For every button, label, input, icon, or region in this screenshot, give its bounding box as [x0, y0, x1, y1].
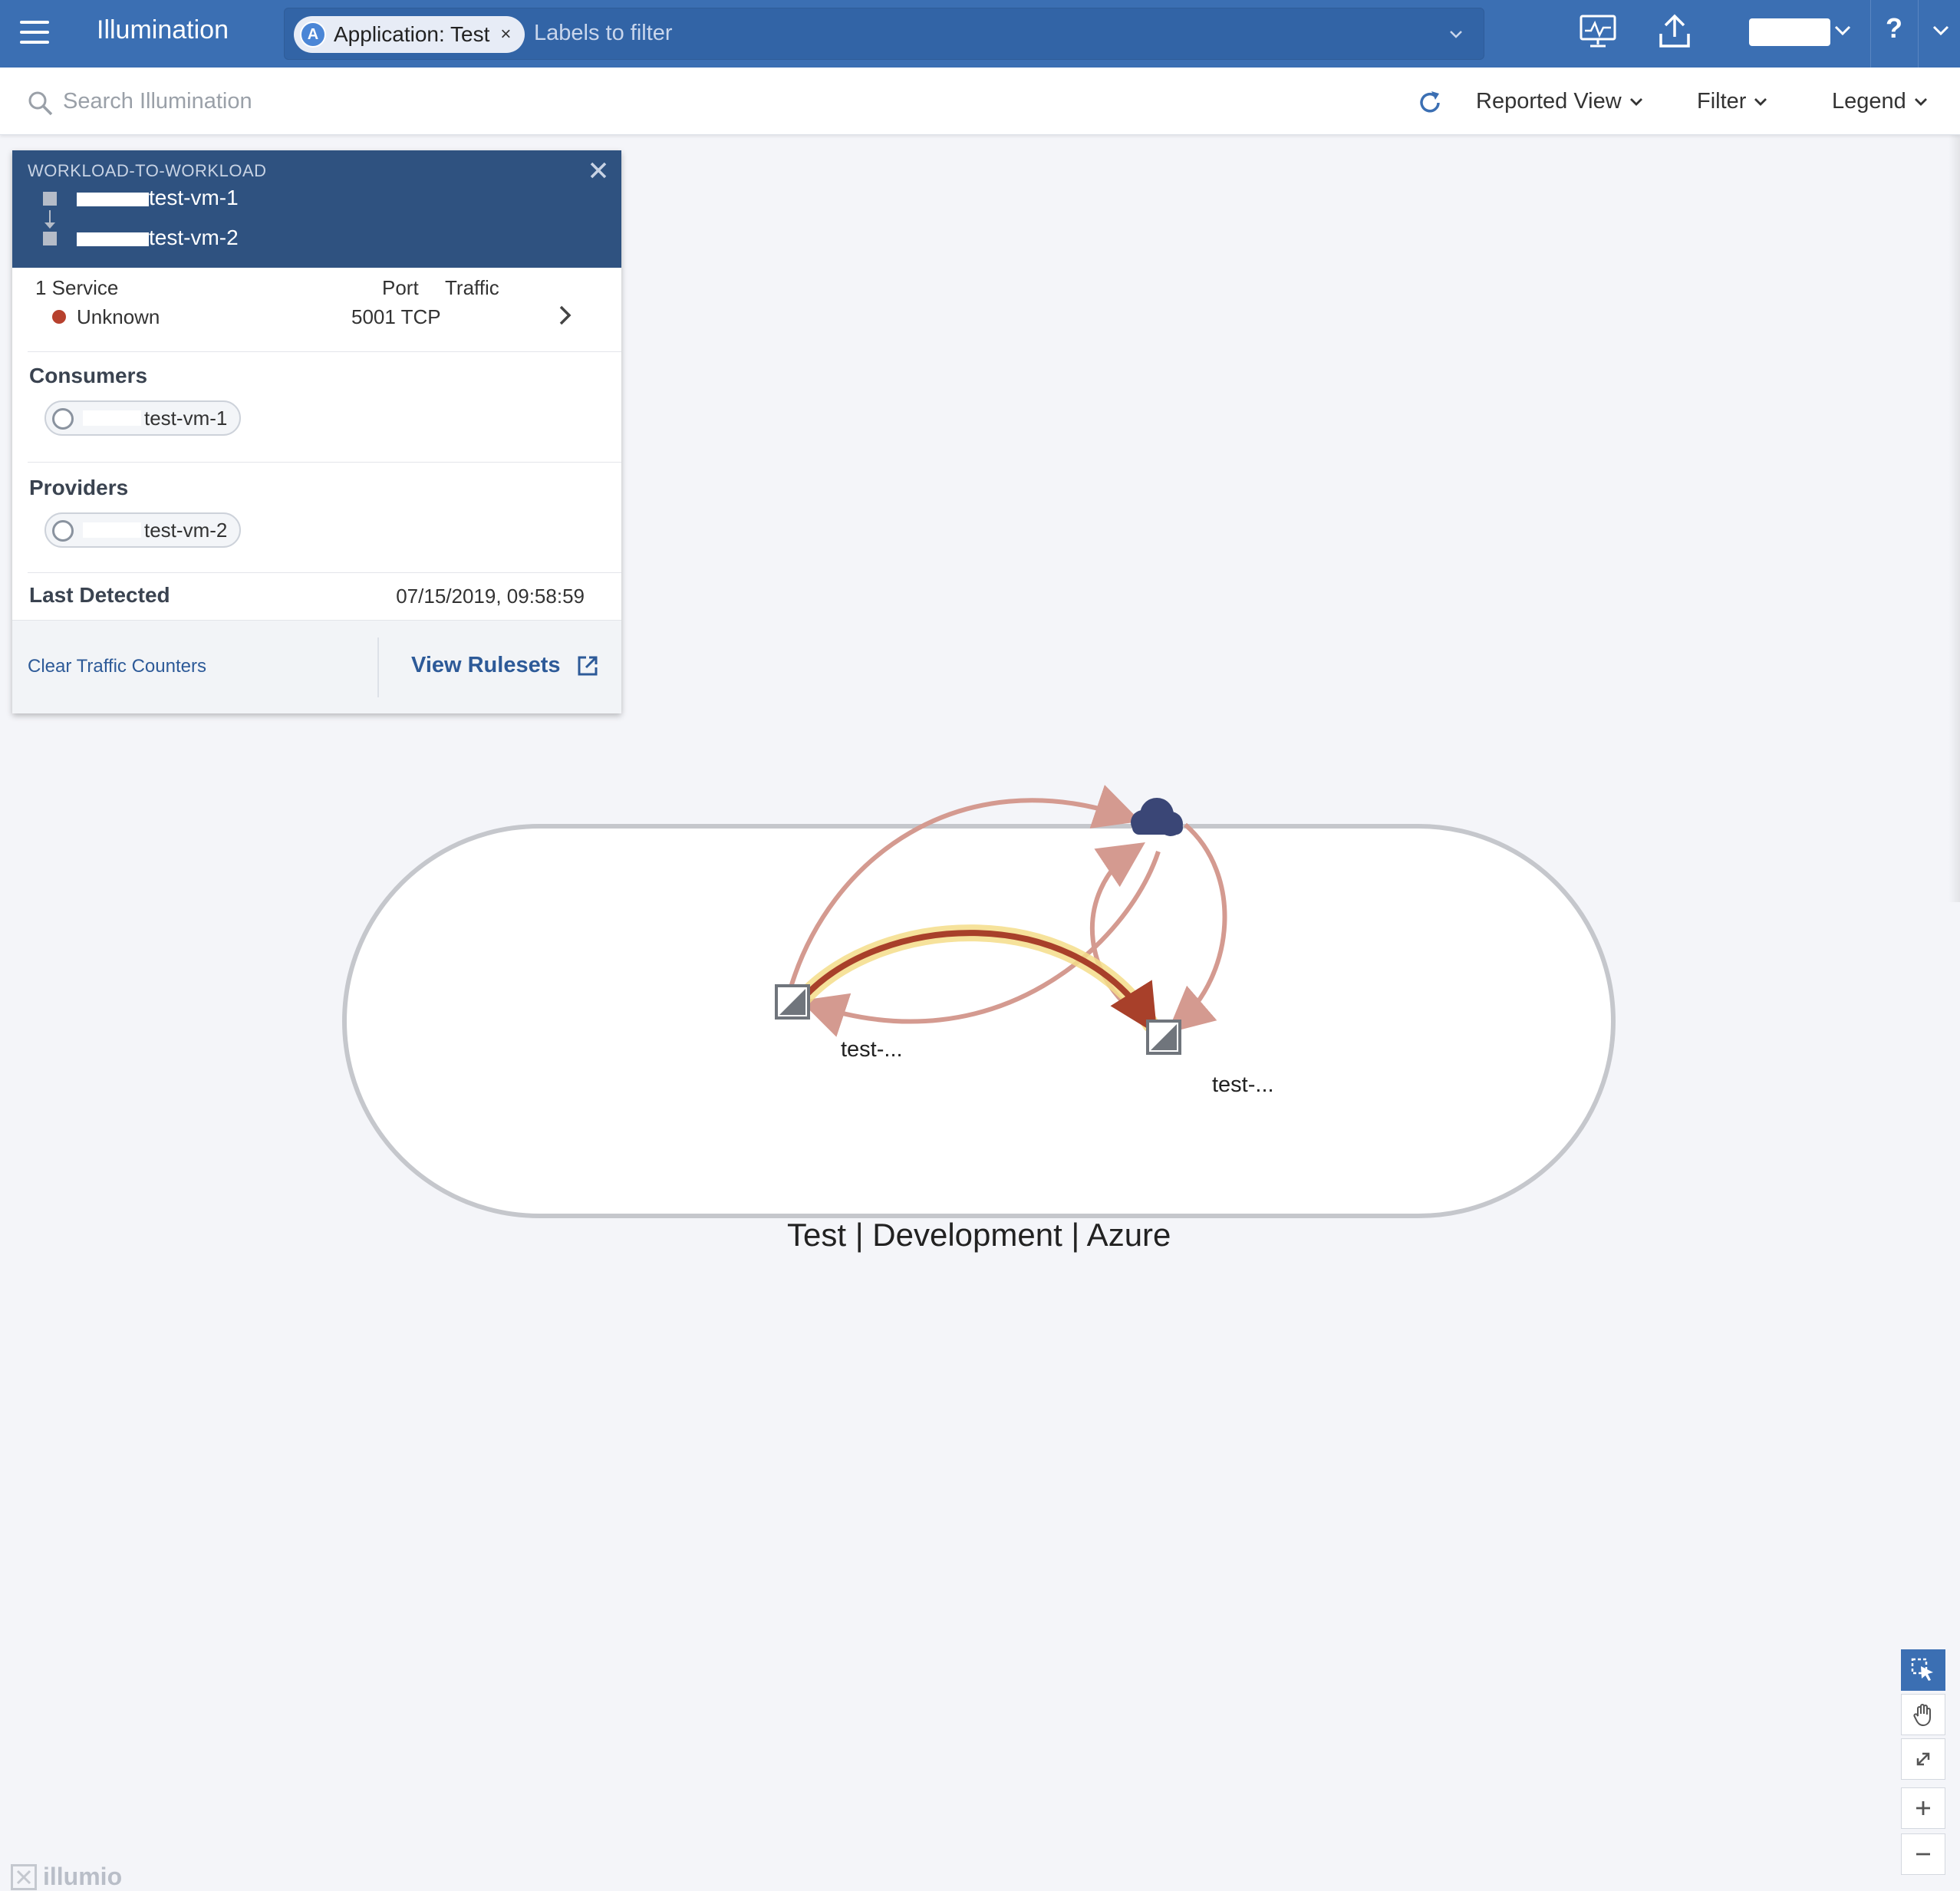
- workload-node-vm1-label[interactable]: test-...: [767, 1037, 903, 1062]
- traffic-header: Traffic: [445, 276, 499, 299]
- app-group-boundary[interactable]: [342, 824, 1616, 1218]
- workload-source-icon: [43, 192, 57, 206]
- hand-icon: [1913, 1704, 1931, 1727]
- view-rulesets-label: View Rulesets: [411, 653, 561, 677]
- external-link-icon: [578, 656, 598, 675]
- dest-workload-name[interactable]: test-vm-2: [77, 226, 239, 250]
- fit-to-screen-button[interactable]: [1901, 1738, 1945, 1780]
- app-group-label[interactable]: Test | Development | Azure: [787, 1217, 1171, 1254]
- view-rulesets-button[interactable]: View Rulesets: [411, 653, 599, 678]
- brand-name: illumio: [43, 1863, 123, 1890]
- expand-icon: [1916, 1752, 1930, 1766]
- select-tool-button[interactable]: [1901, 1649, 1945, 1691]
- last-detected-label: Last Detected: [29, 583, 170, 607]
- direction-arrow-icon: [44, 222, 55, 229]
- select-cursor-icon: [1911, 1658, 1933, 1681]
- service-status-dot: [52, 310, 66, 324]
- service-port: 5001 TCP: [351, 305, 441, 328]
- consumers-title: Consumers: [29, 364, 148, 387]
- workload-node-vm2-label[interactable]: test-...: [1138, 1072, 1274, 1098]
- port-header: Port: [382, 276, 419, 299]
- pan-tool-button[interactable]: [1901, 1694, 1945, 1735]
- chevron-right-icon[interactable]: [557, 304, 574, 327]
- workload-circle-icon: [52, 408, 74, 430]
- consumer-pill[interactable]: test-vm-1: [44, 400, 242, 436]
- zoom-out-button[interactable]: [1901, 1833, 1945, 1875]
- internet-cloud-icon[interactable]: [1131, 798, 1183, 836]
- services-header: 1 Service: [35, 276, 119, 299]
- minus-icon: [1916, 1853, 1930, 1856]
- close-icon[interactable]: [589, 161, 608, 180]
- clear-traffic-counters-link[interactable]: Clear Traffic Counters: [28, 656, 206, 677]
- last-detected-value: 07/15/2019, 09:58:59: [396, 585, 585, 608]
- zoom-in-button[interactable]: [1901, 1787, 1945, 1829]
- provider-pill[interactable]: test-vm-2: [44, 512, 242, 548]
- plus-icon: [1916, 1801, 1930, 1815]
- workload-circle-icon: [52, 520, 74, 542]
- service-name: Unknown: [77, 305, 160, 328]
- traffic-detail-panel: WORKLOAD-TO-WORKLOAD test-vm-1 test-vm-2…: [12, 150, 621, 713]
- workload-dest-icon: [43, 232, 57, 245]
- providers-title: Providers: [29, 476, 129, 499]
- panel-kicker: WORKLOAD-TO-WORKLOAD: [28, 161, 267, 180]
- panel-header: WORKLOAD-TO-WORKLOAD test-vm-1 test-vm-2: [12, 150, 621, 268]
- illumio-logo: illumio: [11, 1863, 122, 1891]
- consumer-name: test-vm-1: [144, 406, 228, 430]
- illumio-logo-icon: [11, 1863, 37, 1890]
- panel-footer: Clear Traffic Counters View Rulesets: [12, 620, 621, 713]
- source-workload-name[interactable]: test-vm-1: [77, 186, 239, 210]
- provider-name: test-vm-2: [144, 518, 228, 542]
- workload-node-vm1-icon[interactable]: [775, 984, 810, 1020]
- workload-node-vm2-icon[interactable]: [1146, 1020, 1181, 1055]
